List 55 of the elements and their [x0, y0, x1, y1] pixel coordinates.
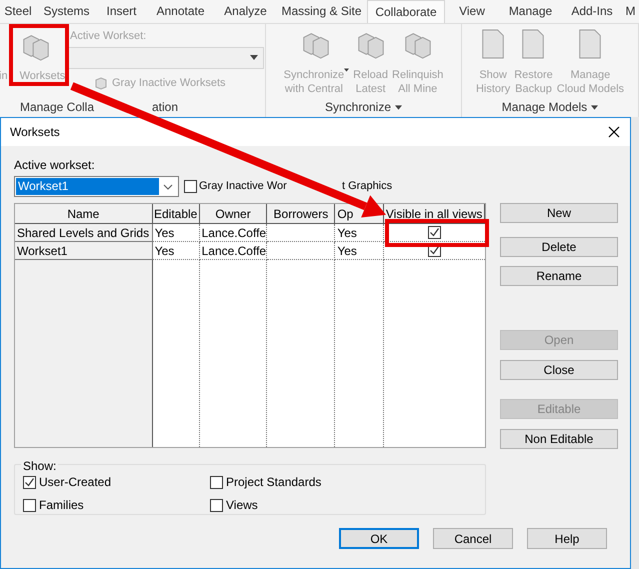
- side-button[interactable]: Delete: [500, 237, 618, 257]
- side-button[interactable]: Rename: [500, 266, 618, 286]
- checkbox[interactable]: [23, 498, 36, 512]
- dialog-button[interactable]: OK: [339, 528, 419, 549]
- table-cell: Shared Levels and Grids: [15, 224, 153, 242]
- table-cell: Lance.Coffe: [200, 224, 268, 242]
- caret-icon[interactable]: [395, 104, 402, 110]
- table-cell: Workset1: [15, 242, 153, 260]
- table-cell: [267, 242, 336, 260]
- dropdown-arrow-icon: [250, 55, 258, 60]
- ribbon-tab[interactable]: Annotate: [146, 0, 215, 23]
- checkbox[interactable]: [23, 476, 36, 488]
- panel-label: ation: [152, 99, 178, 116]
- table-cell: Yes: [335, 242, 384, 260]
- table-cell: [267, 224, 336, 242]
- dialog-button[interactable]: Help: [527, 528, 607, 549]
- checkbox[interactable]: [210, 476, 223, 488]
- close-icon[interactable]: [608, 126, 620, 138]
- ribbon-tab[interactable]: Steel: [0, 0, 36, 23]
- cubes-icon: [94, 76, 108, 90]
- ribbon-tab[interactable]: Analyze: [215, 0, 276, 23]
- panel-label: Manage Models: [502, 99, 588, 116]
- panel-label: Manage Colla: [18, 99, 94, 116]
- side-button[interactable]: Non Editable: [500, 429, 618, 449]
- checkbox[interactable]: [428, 226, 442, 239]
- panel-label: Synchronize: [324, 99, 392, 116]
- caret-icon[interactable]: [591, 104, 598, 110]
- ribbon-tab[interactable]: Add-Ins: [562, 0, 622, 23]
- checkbox-label: t Graphics: [342, 179, 392, 194]
- ribbon-tab[interactable]: Massing & Site: [276, 0, 367, 23]
- checkbox-label: User-Created: [39, 474, 112, 491]
- window-title: Worksets: [10, 124, 60, 141]
- field-label: Active Workset:: [70, 29, 148, 44]
- field-label: Active workset:: [14, 157, 96, 172]
- ribbon-tab[interactable]: View: [445, 0, 499, 23]
- table-cell: Yes: [335, 224, 384, 242]
- checkbox-label: Gray Inactive Wor: [199, 179, 286, 194]
- dialog-button[interactable]: Cancel: [433, 528, 513, 549]
- ribbon-tab[interactable]: Insert: [97, 0, 146, 23]
- highlight-frame: [9, 24, 69, 86]
- checkbox[interactable]: [210, 498, 223, 512]
- side-button[interactable]: Close: [500, 360, 618, 380]
- side-button[interactable]: New: [500, 203, 618, 223]
- table-cell: Yes: [152, 224, 200, 242]
- ribbon-tab[interactable]: Manage: [499, 0, 562, 23]
- ribbon-tab[interactable]: M: [622, 0, 639, 23]
- checkbox-label: Project Standards: [226, 474, 322, 491]
- checkbox[interactable]: [184, 180, 197, 193]
- workset-combobox[interactable]: Workset1: [14, 176, 179, 197]
- ribbon-tab[interactable]: Collaborate: [367, 0, 445, 23]
- checkbox-label: Views: [226, 497, 258, 514]
- table-cell: Lance.Coffe: [200, 242, 268, 260]
- table-cell: Yes: [152, 242, 200, 260]
- ribbon-tab[interactable]: Systems: [36, 0, 97, 23]
- checkbox-label: Families: [39, 497, 84, 514]
